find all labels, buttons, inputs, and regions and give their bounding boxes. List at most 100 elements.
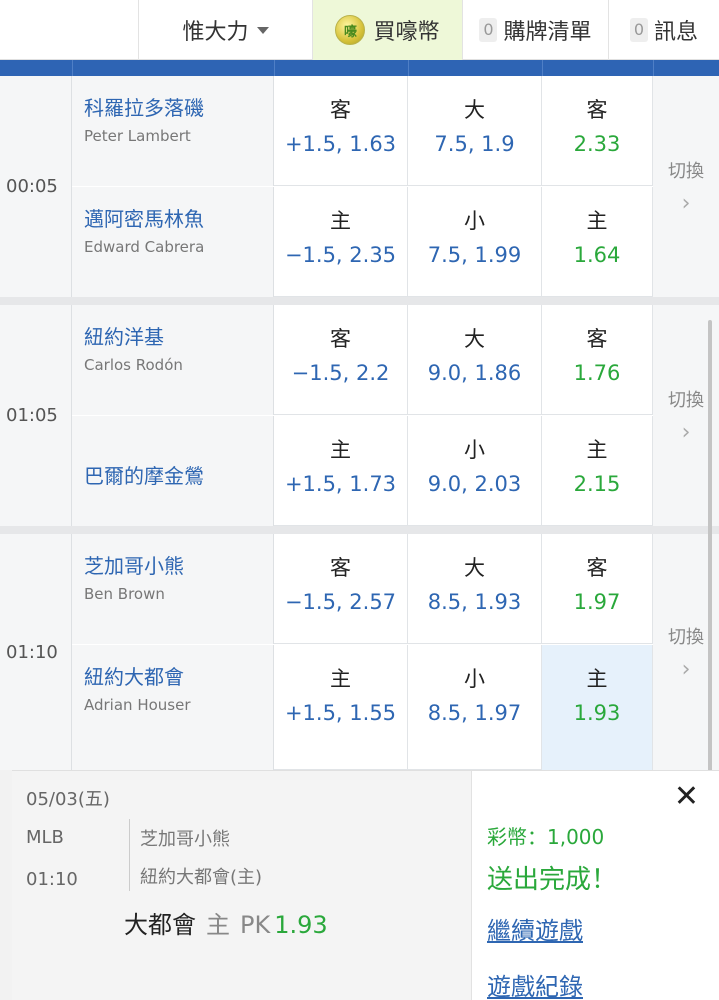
pitcher-name: Peter Lambert	[84, 127, 191, 145]
team-row: 邁阿密馬林魚 Edward Cabrera 主 −1.5, 2.35 小 7.5…	[72, 187, 653, 297]
total-odds-cell[interactable]: 小 8.5, 1.97	[408, 645, 542, 770]
switch-button[interactable]: 切換 ›	[653, 76, 719, 297]
total-odds-cell[interactable]: 小 7.5, 1.99	[408, 187, 542, 297]
odds-side-label: 主	[330, 209, 351, 233]
odds-value: 1.93	[573, 701, 621, 725]
spread-odds-cell[interactable]: 主 +1.5, 1.55	[274, 645, 408, 770]
odds-value: 9.0, 2.03	[427, 472, 522, 496]
team-name: 巴爾的摩金鶯	[84, 464, 204, 488]
switch-label: 切換	[668, 161, 704, 182]
odds-side-label: 客	[330, 327, 351, 351]
odds-side-label: 主	[330, 667, 351, 691]
bet-slip-label: 購牌清單	[503, 20, 592, 45]
odds-side-label: 大	[464, 556, 485, 580]
switch-label: 切換	[668, 390, 704, 411]
total-odds-cell[interactable]: 大 8.5, 1.93	[408, 534, 542, 644]
pick-type: PK	[240, 911, 271, 939]
team-cell: 巴爾的摩金鶯	[72, 416, 274, 526]
header-divider	[653, 60, 654, 76]
chevron-down-icon	[256, 26, 269, 34]
messages-label: 訊息	[653, 20, 698, 45]
spread-odds-cell[interactable]: 主 −1.5, 2.35	[274, 187, 408, 297]
game-time: 00:05	[0, 76, 72, 297]
bet-slip-count: 0	[479, 18, 498, 42]
odds-value: 2.15	[573, 472, 621, 496]
coin-balance: 彩幣：1,000	[487, 825, 605, 849]
moneyline-odds-cell[interactable]: 主 1.64	[542, 187, 653, 297]
submit-success-message: 送出完成！	[487, 865, 618, 895]
slip-home-team: 紐約大都會(主)	[140, 867, 263, 888]
odds-value: −1.5, 2.57	[284, 590, 397, 614]
switch-label: 切換	[668, 626, 704, 648]
user-menu[interactable]: 惟大力	[138, 0, 312, 60]
odds-value: 8.5, 1.97	[427, 701, 522, 725]
odds-side-label: 客	[586, 556, 608, 580]
team-row: 紐約洋基 Carlos Rodón 客 −1.5, 2.2 大 9.0, 1.8…	[72, 305, 653, 415]
odds-side-label: 大	[464, 98, 485, 122]
top-bar: 惟大力 嚎 買嚎幣 0 購牌清單 0 訊息	[0, 0, 719, 60]
scrollbar[interactable]	[708, 320, 712, 780]
total-odds-cell[interactable]: 大 9.0, 1.86	[408, 305, 542, 415]
total-odds-cell[interactable]: 小 9.0, 2.03	[408, 416, 542, 526]
odds-side-label: 主	[586, 438, 608, 462]
moneyline-odds-cell[interactable]: 主 2.15	[542, 416, 653, 526]
buy-coins-button[interactable]: 嚎 買嚎幣	[312, 0, 462, 60]
team-name: 科羅拉多落磯	[84, 96, 204, 120]
result-box: ✕ 彩幣：1,000 送出完成！ 繼續遊戲 遊戲紀錄	[471, 771, 719, 1000]
odds-value: 8.5, 1.93	[427, 590, 522, 614]
game-history-link[interactable]: 遊戲紀錄	[487, 967, 583, 1000]
game-time: 01:10	[0, 534, 72, 770]
pick-side: 主	[206, 911, 230, 939]
team-row: 芝加哥小熊 Ben Brown 客 −1.5, 2.57 大 8.5, 1.93…	[72, 534, 653, 644]
moneyline-odds-cell[interactable]: 客 1.76	[542, 305, 653, 415]
header-divider	[72, 60, 73, 76]
odds-side-label: 主	[586, 667, 608, 691]
pick-odds: 1.93	[274, 911, 328, 939]
odds-side-label: 客	[330, 98, 351, 122]
spread-odds-cell[interactable]: 客 −1.5, 2.2	[274, 305, 408, 415]
odds-value: 2.33	[573, 132, 621, 156]
team-row: 科羅拉多落磯 Peter Lambert 客 +1.5, 1.63 大 7.5,…	[72, 76, 653, 186]
spread-odds-cell[interactable]: 主 +1.5, 1.73	[274, 416, 408, 526]
team-name: 紐約洋基	[84, 325, 164, 349]
table-header-strip	[0, 60, 719, 76]
team-row: 巴爾的摩金鶯 主 +1.5, 1.73 小 9.0, 2.03 主 2.15	[72, 416, 653, 526]
spread-odds-cell[interactable]: 客 −1.5, 2.57	[274, 534, 408, 644]
team-row: 紐約大都會 Adrian Houser 主 +1.5, 1.55 小 8.5, …	[72, 645, 653, 770]
slip-time: 01:10	[26, 869, 78, 890]
spread-odds-cell[interactable]: 客 +1.5, 1.63	[274, 76, 408, 186]
odds-value: 1.97	[573, 590, 621, 614]
slip-away-team: 芝加哥小熊	[140, 829, 230, 850]
odds-side-label: 客	[586, 327, 608, 351]
slip-pick: 大都會主 PK 1.93	[124, 905, 328, 940]
game-separator	[0, 297, 719, 305]
chevron-right-icon: ›	[681, 191, 691, 216]
odds-value: 1.64	[573, 243, 621, 267]
total-odds-cell[interactable]: 大 7.5, 1.9	[408, 76, 542, 186]
odds-side-label: 客	[330, 556, 351, 580]
header-divider	[408, 60, 409, 76]
messages-count: 0	[629, 18, 648, 42]
game-separator	[0, 526, 719, 534]
continue-game-link[interactable]: 繼續遊戲	[487, 911, 583, 946]
team-name: 芝加哥小熊	[84, 554, 184, 578]
team-cell: 科羅拉多落磯 Peter Lambert	[72, 76, 274, 186]
header-divider	[542, 60, 543, 76]
odds-value: 9.0, 1.86	[427, 361, 522, 385]
slip-divider	[129, 819, 130, 891]
team-name: 邁阿密馬林魚	[84, 207, 204, 231]
buy-coins-label: 買嚎幣	[373, 20, 440, 45]
bet-slip-button[interactable]: 0 購牌清單	[462, 0, 608, 60]
odds-side-label: 客	[586, 98, 608, 122]
header-divider	[274, 60, 275, 76]
close-icon[interactable]: ✕	[674, 779, 699, 814]
moneyline-odds-cell[interactable]: 客 1.97	[542, 534, 653, 644]
odds-value: 7.5, 1.9	[434, 132, 515, 156]
moneyline-odds-cell[interactable]: 客 2.33	[542, 76, 653, 186]
odds-side-label: 小	[464, 438, 485, 462]
chevron-right-icon: ›	[681, 656, 691, 682]
messages-button[interactable]: 0 訊息	[608, 0, 719, 60]
moneyline-odds-cell-selected[interactable]: 主 1.93	[542, 645, 653, 770]
odds-value: +1.5, 1.55	[284, 701, 397, 725]
coin-icon: 嚎	[335, 15, 366, 45]
